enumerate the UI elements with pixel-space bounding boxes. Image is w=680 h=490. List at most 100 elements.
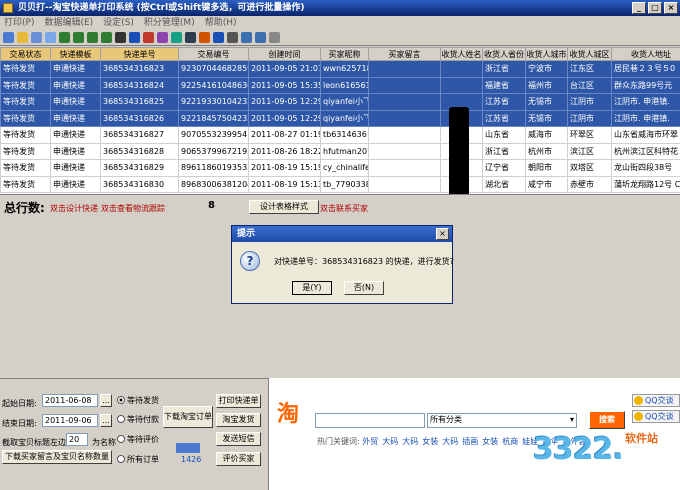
save-icon[interactable] (31, 32, 42, 43)
bank-icon[interactable] (185, 32, 196, 43)
menu-points[interactable]: 积分管理(M) (144, 16, 195, 30)
taobao-search-button[interactable]: 搜索 (589, 411, 625, 429)
column-header[interactable]: 收货人城市 (525, 47, 568, 61)
table-row[interactable]: 等待发货 申通快递 368534316824 92254161048636 2011-0… (0, 76, 680, 94)
table-cell: 江东区 (567, 60, 612, 78)
table-cell: 龙山街四段38号 (611, 159, 680, 177)
column-header[interactable]: 收货人姓名 (440, 47, 483, 61)
hot-keywords-label: 热门关键词: (317, 437, 360, 446)
last-icon[interactable] (101, 32, 112, 43)
start-date-picker-button[interactable]: ... (100, 394, 112, 407)
refresh-icon[interactable] (171, 32, 182, 43)
radio-wait-review[interactable]: 等待评价 (117, 434, 159, 445)
chart-icon[interactable] (255, 32, 266, 43)
taobao-search-input[interactable] (315, 413, 425, 428)
contact-buyer-link[interactable]: 双击联系买家 (320, 203, 368, 214)
dialog-close-icon[interactable]: × (436, 228, 449, 240)
hot-keyword[interactable]: 外贸 (362, 437, 378, 446)
menu-settings[interactable]: 设定(S) (103, 16, 134, 30)
tag-icon[interactable] (199, 32, 210, 43)
table-cell: 赤壁市 (567, 175, 612, 193)
table-cell: 江阴市 (567, 93, 612, 111)
column-header[interactable]: 交易状态 (0, 47, 51, 61)
print-icon[interactable] (3, 32, 14, 43)
table-row[interactable]: 等待发货 申通快递 368534316827 90705532399541 2011-0… (0, 126, 680, 144)
qq-chat-button-1[interactable]: QQ交谈 (632, 394, 680, 407)
category-select[interactable]: 所有分类 ▾ (427, 413, 577, 428)
column-header[interactable]: 创建时间 (248, 47, 321, 61)
table-cell: 89683006381204 (178, 175, 249, 193)
hot-keyword[interactable]: 大码 (442, 437, 458, 446)
table-cell: tb_7790338 (320, 175, 369, 193)
hot-keyword[interactable]: 插画 (462, 437, 478, 446)
dialog-no-button[interactable]: 否(N) (344, 281, 384, 295)
minimize-button[interactable]: _ (632, 2, 646, 14)
maximize-button[interactable]: □ (648, 2, 662, 14)
column-header[interactable]: 收货人省份 (482, 47, 526, 61)
menu-edit[interactable]: 数据编辑(E) (44, 16, 93, 30)
hot-keyword[interactable]: 大码 (402, 437, 418, 446)
grid-icon[interactable] (213, 32, 224, 43)
hot-keyword[interactable]: 女装 (482, 437, 498, 446)
preview-icon[interactable] (45, 32, 56, 43)
end-date-picker-button[interactable]: ... (100, 414, 112, 427)
dialog-yes-button[interactable]: 是(Y) (292, 281, 332, 295)
table-cell: 等待发货 (0, 60, 51, 78)
taobao-ship-button[interactable]: 淘宝发货 (216, 413, 261, 427)
column-header[interactable]: 买家昵称 (320, 47, 369, 61)
download-taobao-orders-button[interactable]: 下载淘宝订单 (163, 406, 213, 428)
table-row[interactable]: 等待发货 申通快递 368534316826 92218457504232 2011-0… (0, 109, 680, 127)
design-table-style-button[interactable]: 设计表格样式 (249, 200, 319, 214)
truncate-input[interactable]: 20 (66, 433, 88, 446)
orders-grid[interactable]: 交易状态 快递模板 快递单号 交易编号 创建时间 买家昵称 买家留言 收货人姓名… (0, 47, 680, 195)
table-cell: leon6165616 (320, 76, 369, 94)
send-sms-button[interactable]: 发送短信 (216, 432, 261, 446)
table-cell (368, 93, 441, 111)
export-icon[interactable] (269, 32, 280, 43)
radio-all[interactable]: 所有订单 (117, 454, 159, 465)
next-icon[interactable] (87, 32, 98, 43)
edit-icon[interactable] (143, 32, 154, 43)
table-row[interactable]: 等待发货 申通快递 368534316828 90653799672195 2011-0… (0, 142, 680, 160)
table-cell (440, 76, 483, 94)
table-cell: qiyanfei小飞 (320, 93, 369, 111)
hot-keyword[interactable]: 大码 (382, 437, 398, 446)
prev-icon[interactable] (73, 32, 84, 43)
column-header[interactable]: 快递模板 (50, 47, 101, 61)
end-date-input[interactable]: 2011-09-06 (42, 414, 98, 427)
image-icon[interactable] (227, 32, 238, 43)
folder-icon[interactable] (17, 32, 28, 43)
delete-icon[interactable] (115, 32, 126, 43)
table-row[interactable]: 等待发货 申通快递 368534316829 89611860193532 2011-0… (0, 159, 680, 177)
design-express-link[interactable]: 双击设计快递 (50, 203, 98, 214)
table-row[interactable]: 等待发货 申通快递 368534316830 89683006381204 2011-0… (0, 175, 680, 193)
table-cell: 92307044682859 (178, 60, 249, 78)
settings-icon[interactable] (157, 32, 168, 43)
radio-wait-ship[interactable]: 等待发货 (117, 395, 159, 406)
table-cell: 江阴市. 申港镇. (611, 109, 680, 127)
column-header[interactable]: 收货人地址 (611, 47, 680, 61)
menu-help[interactable]: 帮助(H) (205, 16, 237, 30)
print-express-button[interactable]: 打印快递单 (216, 394, 261, 408)
logistics-link[interactable]: 双击查看物流跟踪 (101, 203, 165, 214)
table-cell: 等待发货 (0, 76, 51, 94)
hot-keyword[interactable]: 女装 (422, 437, 438, 446)
column-header[interactable]: 收货人城区 (567, 47, 612, 61)
column-header[interactable]: 买家留言 (368, 47, 441, 61)
close-button[interactable]: × (664, 2, 678, 14)
qq-icon (634, 396, 643, 405)
review-buyer-button[interactable]: 评价买家 (216, 452, 261, 466)
column-header[interactable]: 快递单号 (100, 47, 179, 61)
table-row[interactable]: 等待发货 申通快递 368534316823 92307044682859 2011-0… (0, 60, 680, 78)
table-row[interactable]: 等待发货 申通快递 368534316825 92219330104232 2011-0… (0, 93, 680, 111)
start-date-input[interactable]: 2011-06-08 (42, 394, 98, 407)
first-icon[interactable] (59, 32, 70, 43)
download-messages-button[interactable]: 下载买家留言及宝贝名称数量 (2, 450, 112, 464)
column-header[interactable]: 交易编号 (178, 47, 249, 61)
menu-print[interactable]: 打印(P) (4, 16, 34, 30)
qq-chat-button-2[interactable]: QQ交谈 (632, 410, 680, 423)
radio-wait-pay[interactable]: 等待付款 (117, 414, 159, 425)
check-icon[interactable] (129, 32, 140, 43)
hot-keyword[interactable]: 杭商 (502, 437, 518, 446)
monitor-icon[interactable] (241, 32, 252, 43)
